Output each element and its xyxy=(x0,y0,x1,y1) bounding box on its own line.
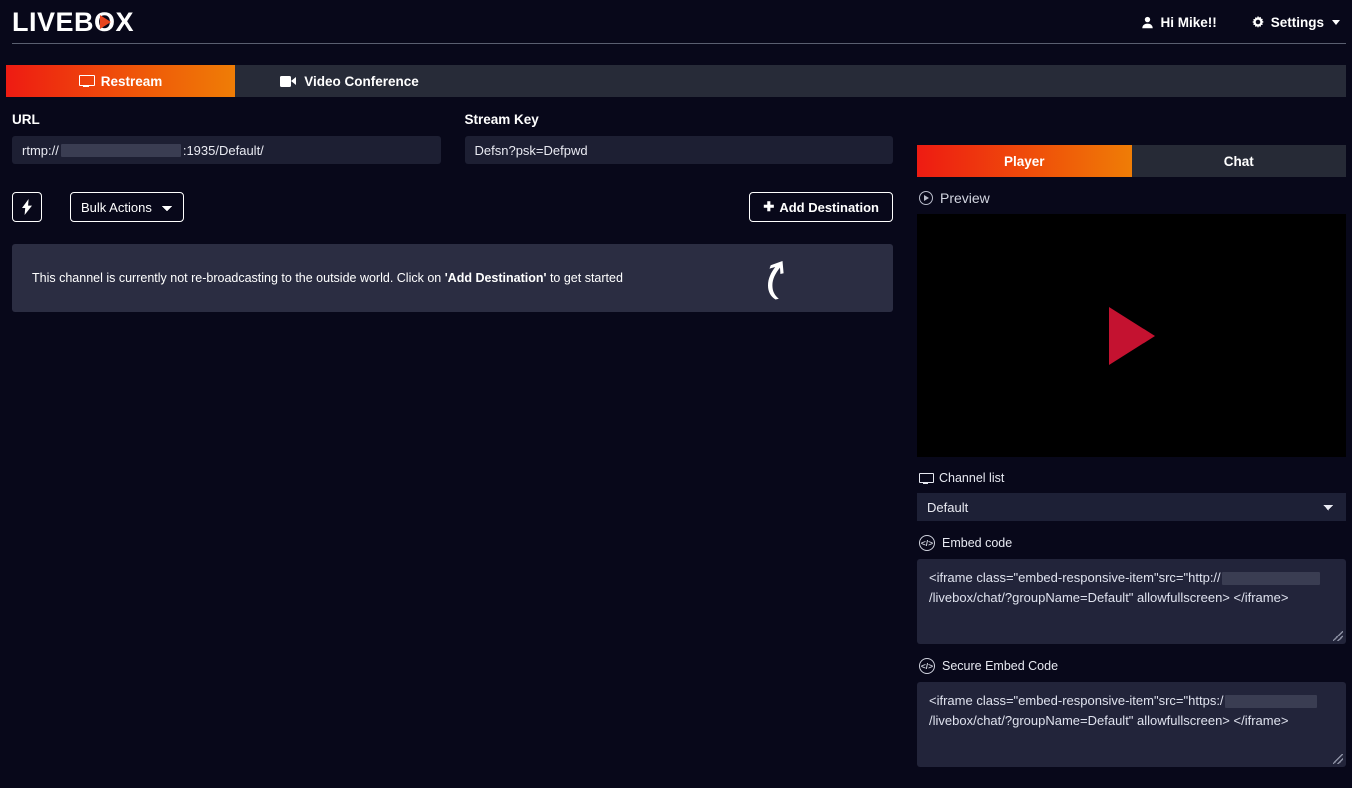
videocam-icon xyxy=(280,75,297,87)
tab-restream-label: Restream xyxy=(100,73,163,89)
preview-panel: Player Chat Preview Channel list Default… xyxy=(917,145,1346,767)
header-actions: Hi Mike!! Settings xyxy=(1141,15,1346,30)
embed-code-part2: /livebox/chat/?groupName=Default" allowf… xyxy=(929,589,1289,605)
player-chat-tabs: Player Chat xyxy=(917,145,1346,177)
settings-label: Settings xyxy=(1270,14,1324,30)
channel-list-heading: Channel list xyxy=(919,471,1346,485)
embed-code-redacted-host xyxy=(1221,572,1320,586)
embed-code-label: Embed code xyxy=(942,536,1013,550)
embed-code-part1: <iframe class="embed-responsive-item"src… xyxy=(929,570,1221,585)
restream-panel: URL rtmp:// :1935/Default/ Stream Key Def… xyxy=(0,112,905,312)
stream-fields-row: URL rtmp:// :1935/Default/ Stream Key Def… xyxy=(0,112,905,164)
logo-text-part2: X xyxy=(115,6,135,37)
app-header: LIVEB O X Hi Mike!! Settings xyxy=(0,0,1352,44)
tab-player[interactable]: Player xyxy=(917,145,1132,177)
user-greeting[interactable]: Hi Mike!! xyxy=(1141,14,1217,30)
resize-handle[interactable] xyxy=(1333,631,1343,641)
bulk-actions-select[interactable]: Bulk Actions xyxy=(70,192,184,222)
secure-embed-code-heading: </> Secure Embed Code xyxy=(919,658,1346,674)
secure-embed-code-part1: <iframe class="embed-responsive-item"src… xyxy=(929,693,1224,708)
preview-heading: Preview xyxy=(919,190,1346,206)
alert-text-bold: 'Add Destination' xyxy=(444,271,547,285)
play-circle-icon xyxy=(919,191,933,205)
user-icon xyxy=(1142,16,1154,28)
embed-code-heading: </> Embed code xyxy=(919,535,1346,551)
caret-down-icon xyxy=(1332,19,1340,25)
alert-text-before: This channel is currently not re-broadca… xyxy=(32,271,445,285)
user-greeting-label: Hi Mike!! xyxy=(1160,14,1217,30)
preview-label: Preview xyxy=(940,190,990,206)
secure-embed-code-redacted-host xyxy=(1224,695,1317,709)
code-icon: </> xyxy=(919,658,935,674)
play-triangle-icon xyxy=(99,15,111,29)
alert-message: This channel is currently not re-broadca… xyxy=(32,271,623,285)
tab-video-conference-label: Video Conference xyxy=(304,73,419,89)
add-destination-button[interactable]: ✚ Add Destination xyxy=(749,192,893,222)
alert-text-after: to get started xyxy=(546,271,623,285)
url-field-group: URL rtmp:// :1935/Default/ xyxy=(12,112,441,164)
embed-code-textarea[interactable]: <iframe class="embed-responsive-item"src… xyxy=(917,559,1346,644)
curved-arrow-up-icon xyxy=(768,261,784,300)
url-input[interactable]: rtmp:// :1935/Default/ xyxy=(12,136,441,164)
lightning-bolt-button[interactable] xyxy=(12,192,42,222)
logo-text-part1: LIVEB xyxy=(12,6,95,37)
gear-icon xyxy=(1251,15,1264,28)
resize-handle[interactable] xyxy=(1333,754,1343,764)
settings-menu[interactable]: Settings xyxy=(1251,15,1340,30)
video-player[interactable] xyxy=(917,214,1346,457)
code-icon: </> xyxy=(919,535,935,551)
channel-list-label: Channel list xyxy=(939,471,1005,485)
url-redacted-host xyxy=(60,143,181,157)
stream-key-label: Stream Key xyxy=(464,112,539,127)
tab-chat-label: Chat xyxy=(1223,153,1254,169)
url-suffix: :1935/Default/ xyxy=(182,142,264,158)
header-divider xyxy=(12,43,1346,44)
monitor-icon xyxy=(78,75,95,87)
channel-list-select[interactable]: Default xyxy=(917,493,1346,521)
main-tabbar: Restream Video Conference xyxy=(6,65,1346,97)
app-logo: LIVEB O X xyxy=(12,6,135,37)
secure-embed-code-textarea[interactable]: <iframe class="embed-responsive-item"src… xyxy=(917,682,1346,767)
play-triangle-icon[interactable] xyxy=(1108,306,1155,365)
tab-restream[interactable]: Restream xyxy=(6,65,235,97)
add-destination-label: Add Destination xyxy=(779,199,879,215)
url-prefix: rtmp:// xyxy=(22,142,59,158)
stream-key-input[interactable]: Defsn?psk=Defpwd xyxy=(464,136,893,164)
monitor-icon xyxy=(919,472,934,484)
lightning-bolt-icon xyxy=(22,199,32,215)
secure-embed-code-part2: /livebox/chat/?groupName=Default" allowf… xyxy=(929,712,1289,728)
logo-o-with-play: O xyxy=(94,8,116,36)
tab-player-label: Player xyxy=(1003,153,1045,169)
actions-row: Bulk Actions ✚ Add Destination xyxy=(0,192,905,222)
tab-chat[interactable]: Chat xyxy=(1131,145,1346,177)
tab-video-conference[interactable]: Video Conference xyxy=(235,65,464,97)
secure-embed-code-label: Secure Embed Code xyxy=(942,659,1059,673)
stream-key-field-group: Stream Key Defsn?psk=Defpwd xyxy=(464,112,893,164)
plus-icon: ✚ xyxy=(763,199,775,214)
url-label: URL xyxy=(12,112,40,127)
no-destination-alert: This channel is currently not re-broadca… xyxy=(12,244,893,312)
